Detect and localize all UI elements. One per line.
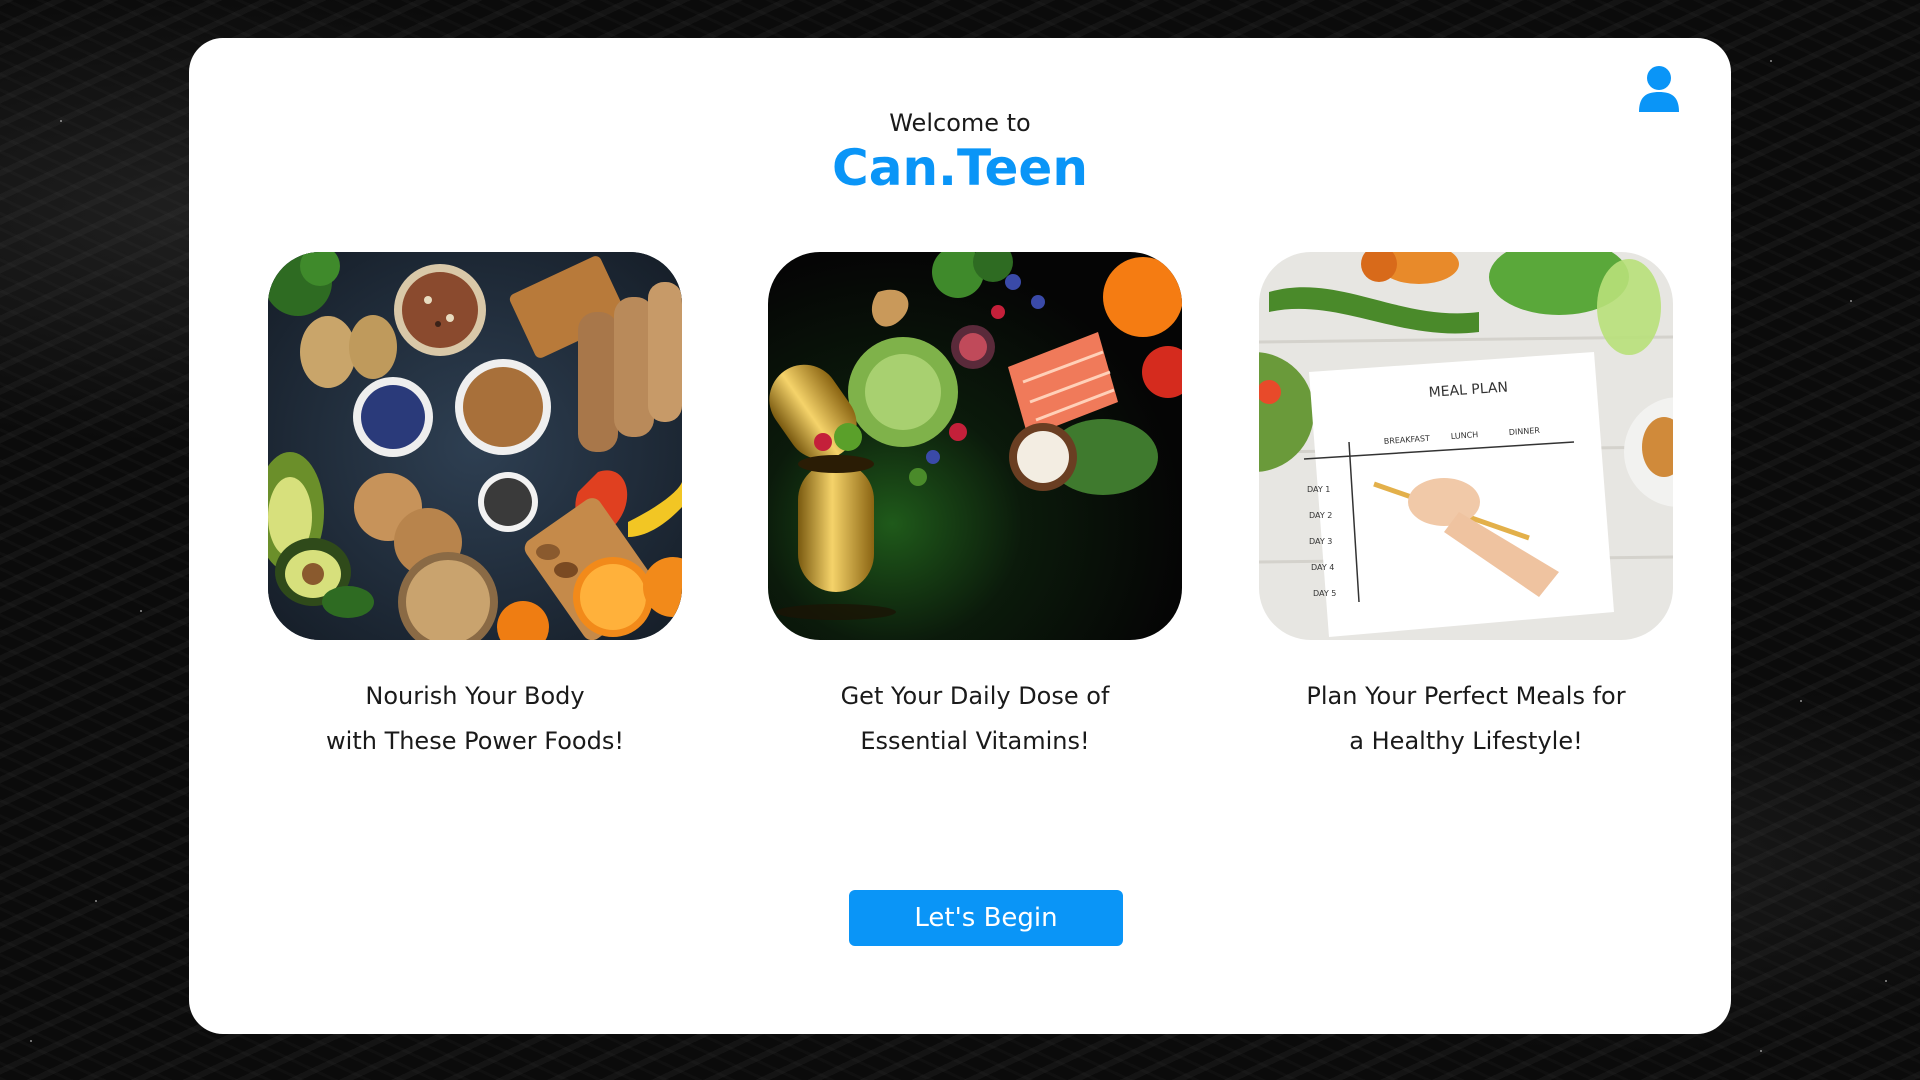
feature-vitamins: Get Your Daily Dose of Essential Vitamin…	[768, 252, 1182, 764]
caption-line: with These Power Foods!	[326, 727, 624, 755]
lets-begin-button[interactable]: Let's Begin	[849, 890, 1123, 946]
caption-line: Essential Vitamins!	[860, 727, 1090, 755]
caption-line: a Healthy Lifestyle!	[1349, 727, 1583, 755]
feature-caption: Get Your Daily Dose of Essential Vitamin…	[768, 674, 1182, 764]
caption-line: Get Your Daily Dose of	[840, 682, 1110, 710]
welcome-card: Welcome to Can.Teen Nourish Your Body wi…	[189, 38, 1731, 1034]
app-name: Can.Teen	[832, 139, 1088, 197]
user-icon	[1639, 66, 1679, 112]
meal-plan-row: DAY 1	[1307, 485, 1330, 494]
meal-plan-row: DAY 4	[1311, 563, 1334, 572]
caption-line: Nourish Your Body	[365, 682, 585, 710]
user-profile-button[interactable]	[1637, 64, 1681, 114]
feature-power-foods: Nourish Your Body with These Power Foods…	[268, 252, 682, 764]
meal-plan-row: DAY 2	[1309, 511, 1332, 520]
meal-plan-image: MEAL PLAN BREAKFAST LUNCH DINNER DAY 1 D…	[1259, 252, 1673, 640]
feature-caption: Plan Your Perfect Meals for a Healthy Li…	[1259, 674, 1673, 764]
power-foods-image	[268, 252, 682, 640]
vitamins-image	[768, 252, 1182, 640]
caption-line: Plan Your Perfect Meals for	[1306, 682, 1626, 710]
header: Welcome to Can.Teen	[189, 108, 1731, 196]
feature-meal-plan: MEAL PLAN BREAKFAST LUNCH DINNER DAY 1 D…	[1259, 252, 1673, 764]
welcome-text: Welcome to	[889, 109, 1031, 137]
feature-caption: Nourish Your Body with These Power Foods…	[268, 674, 682, 764]
meal-plan-row: DAY 5	[1313, 589, 1336, 598]
meal-plan-column: LUNCH	[1451, 430, 1479, 441]
meal-plan-row: DAY 3	[1309, 537, 1332, 546]
